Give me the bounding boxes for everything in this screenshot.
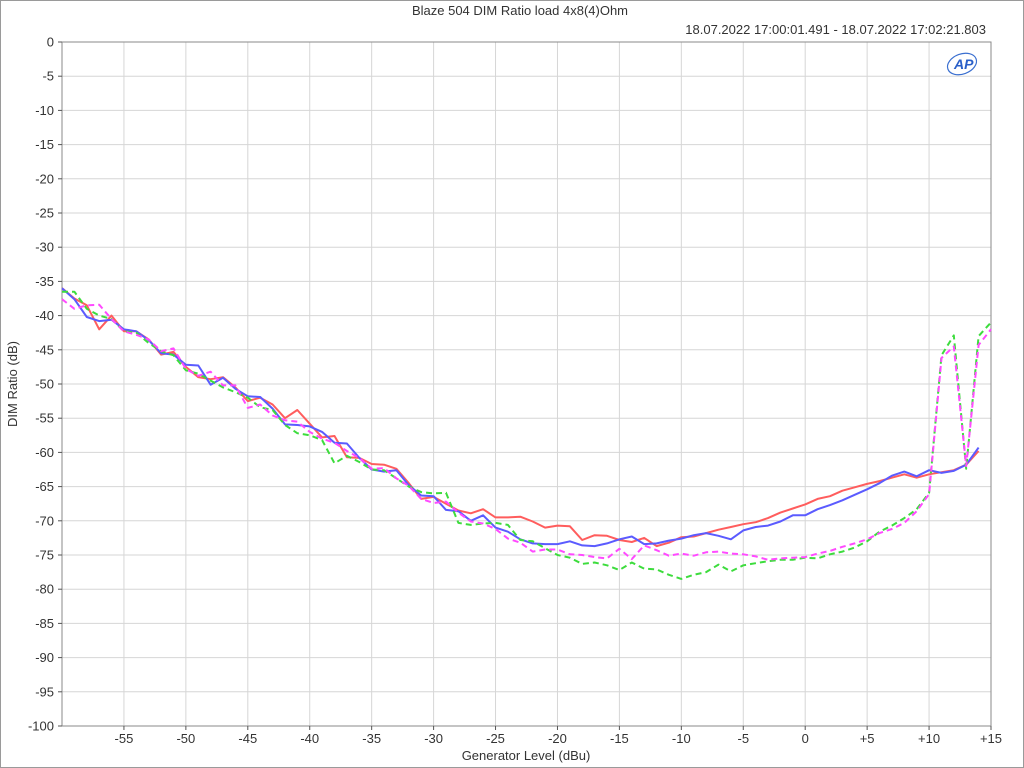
x-tick-label: 0 (802, 731, 809, 746)
y-tick-label: -70 (35, 513, 54, 528)
x-tick-label: -20 (548, 731, 567, 746)
x-tick-label: -30 (424, 731, 443, 746)
y-tick-label: -55 (35, 411, 54, 426)
series-line-1 (61, 287, 980, 548)
y-axis-ticks: 0 -5 -10 -15 -20 -25 -30 -35 -40 -45 -50 -55 -60 -65 -… (28, 35, 62, 734)
x-tick-label: -5 (737, 731, 749, 746)
y-tick-label: -5 (42, 69, 54, 84)
y-tick-label: -10 (35, 103, 54, 118)
x-tick-label: -50 (176, 731, 195, 746)
grid (62, 41, 992, 727)
series-line-2 (61, 287, 980, 548)
y-tick-label: -50 (35, 377, 54, 392)
y-axis-label: DIM Ratio (dB) (5, 341, 20, 427)
y-tick-label: -45 (35, 342, 54, 357)
y-tick-label: -35 (35, 274, 54, 289)
chart-title: Blaze 504 DIM Ratio load 4x8(4)Ohm (412, 3, 628, 18)
y-tick-label: -30 (35, 240, 54, 255)
y-tick-label: -80 (35, 582, 54, 597)
y-tick-label: -95 (35, 684, 54, 699)
y-tick-label: -20 (35, 171, 54, 186)
y-tick-label: -60 (35, 445, 54, 460)
chart-subtitle: 18.07.2022 17:00:01.491 - 18.07.2022 17:… (685, 22, 986, 37)
y-tick-label: -90 (35, 650, 54, 665)
ap-logo: AP (946, 52, 978, 76)
series-line-3 (62, 290, 992, 580)
x-axis-label: Generator Level (dBu) (462, 748, 591, 763)
x-tick-label: +10 (918, 731, 940, 746)
x-tick-label: -15 (610, 731, 629, 746)
x-tick-label: -25 (486, 731, 505, 746)
series-group (61, 287, 992, 580)
x-tick-label: -40 (300, 731, 319, 746)
y-tick-label: -40 (35, 308, 54, 323)
y-tick-label: -85 (35, 616, 54, 631)
x-tick-label: -10 (672, 731, 691, 746)
x-tick-label: -55 (115, 731, 134, 746)
y-tick-label: -100 (28, 719, 54, 734)
y-tick-label: 0 (47, 35, 54, 50)
x-tick-label: -45 (238, 731, 257, 746)
x-axis-ticks: -55 -50 -45 -40 -35 -30 -25 -20 -15 -10 -5 0 +5 +10 +1… (115, 726, 1002, 746)
y-tick-label: -15 (35, 137, 54, 152)
dim-ratio-chart: 0-5-10-15-20-25-30-35-40-45-50-55-60-65-… (5, 3, 1002, 763)
x-tick-label: -35 (362, 731, 381, 746)
y-tick-label: -75 (35, 548, 54, 563)
y-tick-label: -25 (35, 206, 54, 221)
svg-text:AP: AP (953, 56, 974, 72)
x-tick-label: +5 (860, 731, 875, 746)
x-tick-label: +15 (980, 731, 1002, 746)
y-tick-label: -65 (35, 479, 54, 494)
